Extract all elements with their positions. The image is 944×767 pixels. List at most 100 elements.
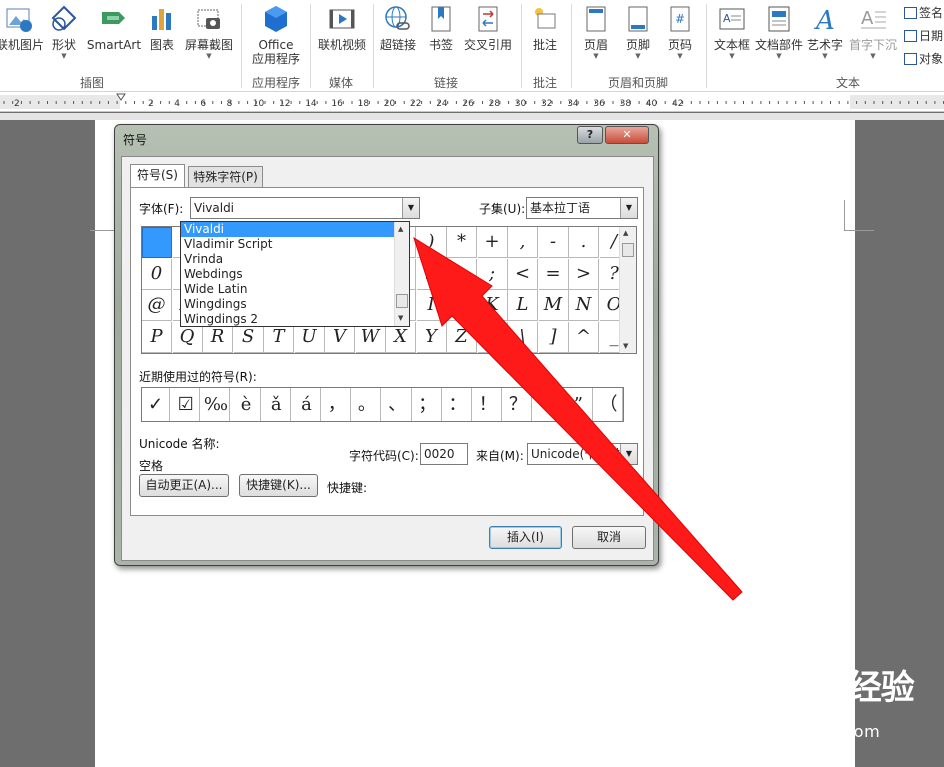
close-button[interactable]: ✕ xyxy=(605,126,649,144)
recent-symbols[interactable]: ✓ ☑ ‰ è ǎ á，。、；：！？ “” （ xyxy=(141,387,624,422)
recent-symbol[interactable]: ☑ xyxy=(172,388,201,421)
char-code-input[interactable]: 0020 xyxy=(420,443,468,465)
recent-symbol[interactable]: “ xyxy=(535,388,563,421)
font-option[interactable]: Vivaldi xyxy=(181,222,395,237)
tab-symbols[interactable]: 符号(S) xyxy=(130,164,185,188)
scroll-thumb[interactable] xyxy=(396,294,408,308)
scroll-up-icon[interactable]: ▲ xyxy=(398,225,403,233)
font-option[interactable]: Vladimir Script xyxy=(181,237,395,252)
symbol-cell[interactable]: ] xyxy=(538,321,569,353)
horizontal-ruler[interactable]: 2 2 4 6 8 10 12 14 16 18 20 22 24 26 28 30 32 34 36 38 40 42 xyxy=(0,92,944,112)
symbol-cell[interactable]: J xyxy=(447,290,477,321)
header-button[interactable]: 页眉 ▼ xyxy=(576,2,616,66)
symbol-cell[interactable]: , xyxy=(508,227,538,258)
grid-scrollbar[interactable]: ▲ ▼ xyxy=(619,227,636,353)
symbol-cell[interactable]: M xyxy=(538,290,569,321)
hyperlink-button[interactable]: 超链接 xyxy=(377,2,419,66)
recent-symbol[interactable]: ✓ xyxy=(142,388,170,421)
from-select[interactable]: Unicode(十六进制) ▼ xyxy=(527,443,638,465)
font-select[interactable]: Vivaldi ▼ xyxy=(190,197,420,219)
recent-symbol[interactable]: （ xyxy=(595,388,623,421)
shortcut-key-button[interactable]: 快捷键(K)... xyxy=(239,474,318,497)
symbol-cell[interactable]: 9 xyxy=(416,258,447,290)
subset-select[interactable]: 基本拉丁语 ▼ xyxy=(526,197,638,219)
symbol-cell[interactable]: N xyxy=(569,290,599,321)
symbol-cell[interactable]: ^ xyxy=(569,321,599,353)
drop-cap-label: 首字下沉 xyxy=(848,38,897,52)
shapes-button[interactable]: 形状 ▼ xyxy=(47,2,81,66)
recent-symbol[interactable]: ， xyxy=(323,388,352,421)
recent-symbol[interactable]: ！ xyxy=(474,388,503,421)
chevron-down-icon[interactable]: ▼ xyxy=(402,198,419,218)
date-time-button[interactable]: 日期 xyxy=(904,27,943,44)
signature-line-button[interactable]: 签名 xyxy=(904,4,943,21)
scroll-down-icon[interactable]: ▼ xyxy=(623,342,628,350)
help-button[interactable]: ? xyxy=(577,126,603,144)
font-option[interactable]: Vrinda xyxy=(181,252,395,267)
scroll-thumb[interactable] xyxy=(622,243,634,257)
recent-symbol[interactable]: ； xyxy=(414,388,442,421)
quick-parts-button[interactable]: 文档部件 ▼ xyxy=(754,2,804,66)
online-picture-button[interactable]: 联机图片 xyxy=(0,2,44,66)
symbol-cell[interactable]: . xyxy=(569,227,599,258)
symbol-cell[interactable]: 0 xyxy=(142,258,172,290)
comment-button[interactable]: 批注 xyxy=(525,2,565,66)
font-option[interactable]: Wide Latin xyxy=(181,282,395,297)
office-apps-button[interactable]: Office 应用程序 xyxy=(245,2,307,66)
recent-symbol[interactable]: è xyxy=(233,388,261,421)
tab-special-characters[interactable]: 特殊字符(P) xyxy=(188,166,263,188)
textbox-button[interactable]: A 文本框 ▼ xyxy=(710,2,754,66)
textbox-label: 文本框 xyxy=(713,38,750,52)
bookmark-button[interactable]: 书签 xyxy=(424,2,458,66)
footer-button[interactable]: 页脚 ▼ xyxy=(618,2,658,66)
symbol-cell[interactable] xyxy=(142,227,172,258)
symbol-cell[interactable]: < xyxy=(508,258,538,290)
symbol-cell[interactable]: - xyxy=(538,227,569,258)
online-video-button[interactable]: 联机视频 xyxy=(314,2,370,66)
object-button[interactable]: 对象 xyxy=(904,50,943,67)
screenshot-button[interactable]: 屏幕截图 ▼ xyxy=(182,2,236,66)
recent-symbol[interactable]: 。 xyxy=(353,388,382,421)
symbol-cell[interactable]: Z xyxy=(447,321,477,353)
symbol-cell[interactable]: * xyxy=(447,227,477,258)
chart-button[interactable]: 图表 xyxy=(145,2,179,66)
symbol-cell[interactable]: P xyxy=(142,321,172,353)
page-number-button[interactable]: # 页码 ▼ xyxy=(660,2,700,66)
cancel-button[interactable]: 取消 xyxy=(572,526,646,549)
recent-symbol[interactable]: 、 xyxy=(384,388,412,421)
recent-symbol[interactable]: ǎ xyxy=(263,388,291,421)
recent-symbol[interactable]: ？ xyxy=(504,388,533,421)
scroll-down-icon[interactable]: ▼ xyxy=(398,314,403,322)
cross-reference-button[interactable]: 交叉引用 xyxy=(460,2,516,66)
symbol-cell[interactable]: > xyxy=(569,258,599,290)
dropdown-scrollbar[interactable]: ▲ ▼ xyxy=(394,222,409,326)
smartart-button[interactable]: SmartArt xyxy=(86,2,142,66)
recent-symbol[interactable]: á xyxy=(293,388,321,421)
symbol-cell[interactable]: ) xyxy=(416,227,447,258)
recent-symbol[interactable]: ‰ xyxy=(202,388,231,421)
symbol-cell[interactable]: Y xyxy=(416,321,447,353)
recent-symbol[interactable]: ： xyxy=(444,388,472,421)
chevron-down-icon[interactable]: ▼ xyxy=(620,444,637,464)
insert-button[interactable]: 插入(I) xyxy=(489,526,562,549)
symbol-cell[interactable]: @ xyxy=(142,290,172,321)
recent-symbol[interactable]: ” xyxy=(565,388,593,421)
symbol-cell[interactable]: : xyxy=(447,258,477,290)
drop-cap-button[interactable]: A 首字下沉 ▼ xyxy=(846,2,900,66)
chevron-down-icon[interactable]: ▼ xyxy=(620,198,637,218)
font-option[interactable]: Wingdings xyxy=(181,297,395,312)
symbol-cell[interactable]: L xyxy=(508,290,538,321)
symbol-cell[interactable]: K xyxy=(477,290,508,321)
symbol-cell[interactable]: ; xyxy=(477,258,508,290)
autocorrect-button[interactable]: 自动更正(A)... xyxy=(139,474,229,497)
symbol-cell[interactable]: = xyxy=(538,258,569,290)
symbol-cell[interactable]: I xyxy=(416,290,447,321)
font-dropdown-list[interactable]: Vivaldi Vladimir Script Vrinda Webdings Wide… xyxy=(180,221,410,327)
scroll-up-icon[interactable]: ▲ xyxy=(623,229,628,237)
font-option[interactable]: Wingdings 2 xyxy=(181,312,395,327)
font-option[interactable]: Webdings xyxy=(181,267,395,282)
symbol-cell[interactable]: \ xyxy=(508,321,538,353)
symbol-cell[interactable]: + xyxy=(477,227,508,258)
symbol-cell[interactable]: [ xyxy=(477,321,508,353)
wordart-button[interactable]: A 艺术字 ▼ xyxy=(806,2,844,66)
